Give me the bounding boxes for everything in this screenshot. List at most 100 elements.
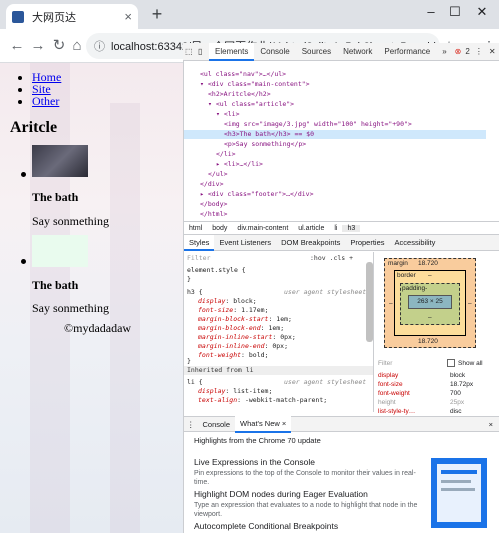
dom-node[interactable]: <img src="image/3.jpg" width="100" heigh… xyxy=(184,120,486,129)
favicon-icon xyxy=(12,10,24,23)
breadcrumb-item[interactable]: h3 xyxy=(342,224,361,232)
dom-node[interactable]: ▾ <div class="main-content"> xyxy=(184,80,486,89)
computed-row[interactable]: display block xyxy=(378,372,496,379)
styles-pane: Filter :hov .cls + element.style { } h3 … xyxy=(184,252,374,412)
drawer-tab-console[interactable]: Console xyxy=(198,417,236,432)
computed-row[interactable]: font-size 18.72px xyxy=(378,381,496,388)
whats-new-desc: Type an expression that evaluates to a n… xyxy=(194,502,418,518)
computed-row[interactable]: font-weight 700 xyxy=(378,390,496,397)
tab-sources[interactable]: Sources xyxy=(296,43,337,61)
whats-new-title[interactable]: Highlight DOM nodes during Eager Evaluat… xyxy=(194,489,368,499)
rule-source: user agent stylesheet xyxy=(284,378,367,386)
dom-node[interactable]: </li> xyxy=(184,150,486,159)
style-declaration[interactable]: display: list-item; xyxy=(198,387,272,396)
computed-row[interactable]: list-style-ty… disc xyxy=(378,408,496,415)
home-icon[interactable]: ⌂ xyxy=(68,37,86,55)
dom-node[interactable]: </ul> xyxy=(184,170,486,179)
subtab-event-listeners[interactable]: Event Listeners xyxy=(214,235,276,251)
padding-label: padding- xyxy=(402,285,428,292)
show-all-checkbox[interactable] xyxy=(447,359,455,367)
dom-node[interactable]: <p>Say sonmething</p> xyxy=(184,140,486,149)
dom-node[interactable]: ▸ <div class="footer">…</div> xyxy=(184,190,486,199)
subtab-dom-breakpoints[interactable]: DOM Breakpoints xyxy=(276,235,345,251)
devtools-close-icon[interactable]: ✕ xyxy=(486,43,499,61)
padding-value: – xyxy=(428,314,432,321)
article-image xyxy=(32,235,88,267)
nav-link-other[interactable]: Other xyxy=(32,94,59,108)
style-declaration[interactable]: margin-block-end: 1em; xyxy=(198,324,284,333)
drawer-tab-whats-new[interactable]: What's New × xyxy=(235,415,292,433)
content-size: 263 × 25 xyxy=(408,295,452,309)
devtools-tabbar: ⬚ ▯ Elements Console Sources Network Per… xyxy=(183,42,499,61)
dom-node[interactable]: ▾ <li> xyxy=(184,110,486,119)
tab-console[interactable]: Console xyxy=(254,43,295,61)
whats-new-title[interactable]: Live Expressions in the Console xyxy=(194,457,315,467)
styles-scrollbar[interactable] xyxy=(366,262,373,342)
more-tabs-button[interactable]: » xyxy=(436,43,452,61)
browser-tab[interactable]: 大网页达 × xyxy=(6,4,138,29)
style-declaration[interactable]: margin-inline-start: 0px; xyxy=(198,333,296,342)
computed-filter-input[interactable]: Filter xyxy=(378,360,392,367)
computed-pane: Filter Show all display block font-size 18.… xyxy=(375,358,499,416)
dom-node-selected[interactable]: <h3>The bath</h3> == $0 xyxy=(184,130,486,139)
drawer-close-icon[interactable]: × xyxy=(484,417,499,432)
style-declaration[interactable]: text-align: -webkit-match-parent; xyxy=(198,396,327,405)
rule-close-brace: } xyxy=(187,275,191,283)
new-tab-button[interactable]: + xyxy=(148,5,166,23)
styles-filter-input[interactable]: Filter xyxy=(187,254,210,263)
subtab-styles[interactable]: Styles xyxy=(184,234,215,251)
tab-elements[interactable]: Elements xyxy=(209,42,255,61)
device-toggle-icon[interactable]: ▯ xyxy=(196,43,209,61)
subtab-accessibility[interactable]: Accessibility xyxy=(390,235,441,251)
maximize-button[interactable]: ☐ xyxy=(443,2,467,22)
style-declaration[interactable]: display: block; xyxy=(198,297,257,306)
article-image xyxy=(32,145,88,177)
style-value: 0px; xyxy=(280,333,296,341)
style-declaration[interactable]: font-weight: bold; xyxy=(198,351,268,360)
style-declaration[interactable]: font-size: 1.17em; xyxy=(198,306,268,315)
style-colon: : xyxy=(233,306,242,314)
article-text: Say sonmething xyxy=(32,214,109,228)
styles-toggles[interactable]: :hov .cls + xyxy=(310,254,353,263)
rule-source: user agent stylesheet xyxy=(284,288,367,296)
whats-new-title[interactable]: Autocomplete Conditional Breakpoints xyxy=(194,521,338,531)
style-value: list-item; xyxy=(233,387,273,395)
dom-tree[interactable]: <ul class="nav">…</ul> ▾ <div class="main… xyxy=(184,62,486,220)
dom-node[interactable]: </div> xyxy=(184,180,486,189)
minimize-button[interactable]: – xyxy=(419,2,443,22)
computed-row[interactable]: height 25px xyxy=(378,399,496,406)
error-count[interactable]: 2 xyxy=(463,43,471,61)
dom-node[interactable]: <h2>Aritcle</h2> xyxy=(184,90,486,99)
tab-network[interactable]: Network xyxy=(337,43,378,61)
dom-node[interactable]: </body> xyxy=(184,200,486,209)
tab-performance[interactable]: Performance xyxy=(378,43,436,61)
drawer-menu-icon[interactable]: ⋮ xyxy=(184,417,198,432)
computed-value: 25px xyxy=(450,399,465,406)
style-value: 0px; xyxy=(272,342,289,350)
reload-icon[interactable]: ↻ xyxy=(50,37,68,55)
dom-node[interactable]: ▾ <ul class="article"> xyxy=(184,100,486,109)
breadcrumb-item[interactable]: html xyxy=(184,225,207,232)
dom-node[interactable]: ▸ <li>…</li> xyxy=(184,160,486,169)
subtab-properties[interactable]: Properties xyxy=(345,235,389,251)
style-value: block; xyxy=(233,297,257,305)
article-heading: Aritcle xyxy=(10,119,58,136)
inspect-icon[interactable]: ⬚ xyxy=(183,43,196,61)
dom-node[interactable]: </html> xyxy=(184,210,486,219)
close-window-button[interactable]: ✕ xyxy=(470,2,494,22)
forward-icon[interactable]: → xyxy=(29,37,47,55)
breadcrumb: html body div.main-content ul.article li h3 xyxy=(184,221,499,235)
breadcrumb-item[interactable]: body xyxy=(207,225,232,232)
show-all-label: Show all xyxy=(458,360,483,367)
style-declaration[interactable]: margin-inline-end: 0px; xyxy=(198,342,288,351)
tab-close-icon[interactable]: × xyxy=(124,9,132,24)
back-icon[interactable]: ← xyxy=(8,37,26,55)
rule-selector: h3 { xyxy=(187,288,203,296)
breadcrumb-item[interactable]: div.main-content xyxy=(232,225,293,232)
breadcrumb-item[interactable]: li xyxy=(329,225,342,232)
breadcrumb-item[interactable]: ul.article xyxy=(293,225,329,232)
dom-node[interactable]: <ul class="nav">…</ul> xyxy=(184,70,486,79)
devtools-menu-icon[interactable]: ⋮ xyxy=(472,43,486,61)
style-declaration[interactable]: margin-block-start: 1em; xyxy=(198,315,292,324)
computed-value: 700 xyxy=(450,390,461,397)
